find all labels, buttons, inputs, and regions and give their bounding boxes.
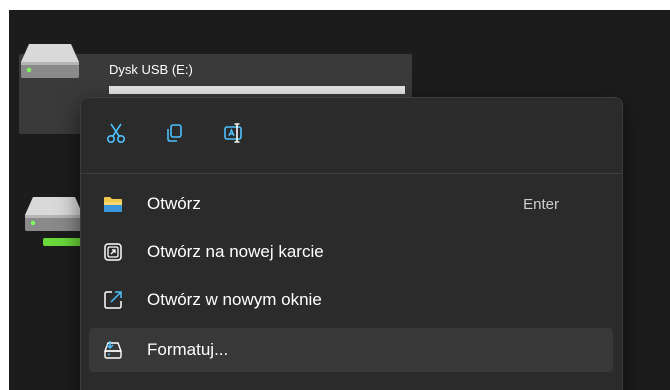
menu-item-label: Otwórz [147, 194, 201, 213]
menu-item-open-new-window[interactable]: Otwórz w nowym oknie [89, 278, 613, 322]
menu-item-label: Formatuj... [147, 340, 229, 359]
context-menu: Otwórz Enter Otwórz na nowej karcie Otwó… [80, 97, 623, 390]
cut-icon [106, 123, 126, 144]
drive-usage-bar-green [43, 238, 85, 246]
format-drive-icon [103, 341, 123, 359]
drive-usage-bar [109, 86, 405, 94]
menu-item-format[interactable]: Formatuj... [89, 328, 613, 372]
cut-button[interactable] [101, 118, 131, 148]
drive-label: Dysk USB (E:) [109, 62, 193, 77]
menu-item-label: Otwórz w nowym oknie [147, 290, 322, 309]
quick-actions-bar [81, 98, 622, 172]
open-new-tab-icon [104, 243, 122, 261]
menu-item-shortcut: Enter [523, 196, 559, 213]
rename-button[interactable] [219, 118, 249, 148]
copy-icon [167, 124, 182, 142]
open-new-window-icon [104, 291, 122, 309]
rename-icon [224, 123, 242, 143]
menu-item-label: Otwórz na nowej karcie [147, 242, 324, 261]
explorer-view: Dysk USB (E:) Otwórz Enter Otwórz na now… [9, 10, 670, 390]
menu-item-open[interactable]: Otwórz Enter [89, 182, 613, 226]
copy-button[interactable] [159, 118, 189, 148]
menu-item-open-new-tab[interactable]: Otwórz na nowej karcie [89, 230, 613, 274]
menu-divider [81, 173, 622, 174]
folder-icon [104, 197, 122, 212]
usb-drive-icon [21, 44, 79, 78]
drive-icon [25, 197, 83, 231]
